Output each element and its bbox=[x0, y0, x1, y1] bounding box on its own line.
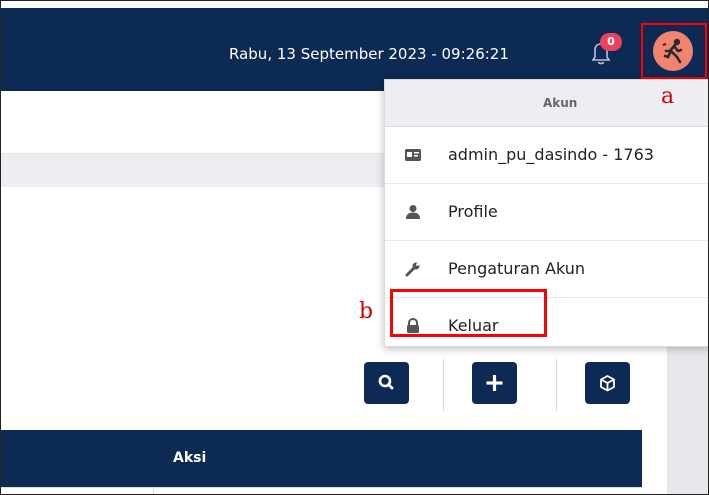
search-button[interactable] bbox=[364, 362, 409, 404]
table-row bbox=[1, 487, 642, 494]
wrench-icon bbox=[405, 262, 420, 277]
plus-icon bbox=[486, 375, 503, 391]
avatar[interactable] bbox=[653, 31, 693, 71]
user-figure-icon bbox=[662, 38, 683, 64]
annotation-label-b: b bbox=[359, 299, 374, 324]
id-card-icon bbox=[405, 149, 421, 161]
box-icon bbox=[600, 375, 615, 392]
top-strip bbox=[1, 1, 708, 8]
notification-badge: 0 bbox=[600, 33, 622, 51]
menu-item-label: admin_pu_dasindo - 1763 bbox=[448, 145, 654, 164]
screenshot-frame: Rabu, 13 September 2023 - 09:26:21 0 Aks… bbox=[0, 0, 709, 495]
column-header-aksi: Aksi bbox=[173, 450, 207, 466]
table-header: Aksi bbox=[1, 430, 642, 487]
add-button[interactable] bbox=[472, 362, 517, 404]
toolbar-divider bbox=[556, 359, 557, 411]
current-datetime: Rabu, 13 September 2023 - 09:26:21 bbox=[229, 45, 509, 63]
menu-item-username[interactable]: admin_pu_dasindo - 1763 bbox=[385, 127, 708, 184]
table-cell-divider bbox=[153, 487, 154, 494]
annotation-label-a: a bbox=[661, 84, 675, 109]
menu-item-profile[interactable]: Profile bbox=[385, 184, 708, 241]
toolbar-divider bbox=[443, 359, 444, 411]
user-icon bbox=[406, 205, 420, 219]
menu-item-label: Pengaturan Akun bbox=[448, 259, 586, 278]
dropdown-title: Akun bbox=[543, 96, 578, 110]
search-icon bbox=[378, 374, 394, 390]
avatar-highlight-box[interactable] bbox=[641, 23, 707, 79]
menu-item-label: Profile bbox=[448, 202, 498, 221]
logout-highlight-box bbox=[390, 289, 547, 337]
box-button[interactable] bbox=[585, 362, 630, 404]
